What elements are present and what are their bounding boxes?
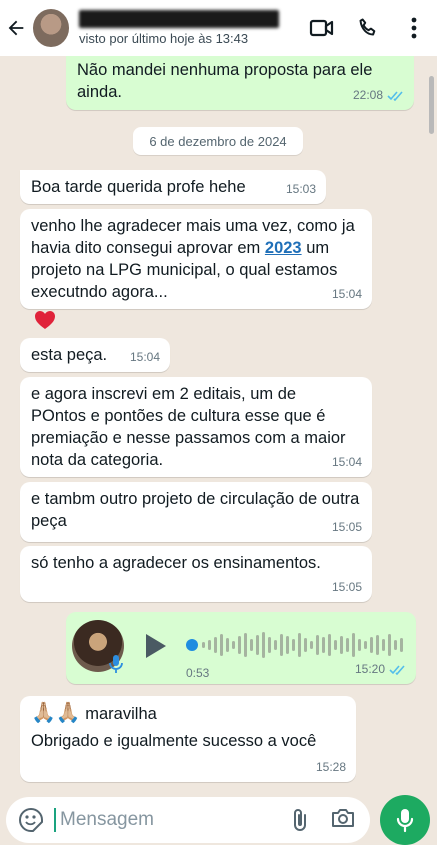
audio-progress-thumb xyxy=(186,639,198,651)
waveform-bar xyxy=(232,641,235,649)
chat-header: visto por último hoje às 13:43 xyxy=(0,0,437,56)
message-text: Boa tarde querida profe hehe xyxy=(31,178,246,196)
message-text: maravilha xyxy=(85,705,157,723)
input-placeholder: Mensagem xyxy=(60,809,154,830)
waveform-bar xyxy=(382,639,385,651)
date-separator: 6 de dezembro de 2024 xyxy=(133,127,303,155)
waveform-bar xyxy=(310,641,313,649)
attach-icon[interactable] xyxy=(290,807,310,833)
mic-icon xyxy=(396,809,414,833)
waveform-bar xyxy=(376,635,379,655)
more-options-button[interactable] xyxy=(401,15,427,41)
waveform-bar xyxy=(334,640,337,650)
back-arrow-icon xyxy=(8,20,24,36)
double-check-icon xyxy=(387,90,403,101)
message-time: 15:05 xyxy=(331,580,362,594)
emoji-text: 🙏🏼🙏🏼 xyxy=(31,702,81,724)
compose-bar: Mensagem xyxy=(0,795,437,845)
waveform-bar xyxy=(262,632,265,658)
waveform-bar xyxy=(316,635,319,655)
waveform-bar xyxy=(304,638,307,652)
outgoing-message[interactable]: Não mandei nenhuma proposta para ele ain… xyxy=(66,56,414,110)
incoming-message[interactable]: Boa tarde querida profe hehe 15:03 xyxy=(20,170,326,204)
message-time: 15:04 xyxy=(331,287,362,301)
waveform-bar xyxy=(226,638,229,652)
message-time: 15:28 xyxy=(315,760,346,774)
heart-icon xyxy=(35,311,55,329)
audio-waveform[interactable] xyxy=(184,630,406,660)
phone-icon xyxy=(359,18,376,36)
incoming-message[interactable]: venho lhe agradecer mais uma vez, como j… xyxy=(20,209,372,309)
waveform-bar xyxy=(268,637,271,653)
message-text: Não mandei nenhuma proposta para ele ain… xyxy=(77,61,373,101)
waveform-bar xyxy=(274,640,277,650)
contact-info[interactable]: visto por último hoje às 13:43 xyxy=(79,10,309,46)
waveform-bar xyxy=(286,636,289,654)
voice-call-button[interactable] xyxy=(355,15,381,41)
waveform-bar xyxy=(364,641,367,649)
camera-icon[interactable] xyxy=(330,807,356,829)
audio-duration: 0:53 xyxy=(186,666,210,680)
waveform-bar xyxy=(202,642,205,648)
message-link[interactable]: 2023 xyxy=(265,239,302,257)
message-text: e agora inscrevi em 2 editais, um de POn… xyxy=(31,385,346,469)
message-time: 15:03 xyxy=(285,182,316,196)
waveform-bar xyxy=(358,639,361,651)
play-button[interactable] xyxy=(146,634,166,658)
waveform-bar xyxy=(400,638,403,652)
last-seen-status: visto por último hoje às 13:43 xyxy=(79,31,249,46)
waveform-bar xyxy=(208,640,211,650)
waveform-bar xyxy=(214,637,217,653)
video-call-button[interactable] xyxy=(309,15,335,41)
sticker-icon[interactable] xyxy=(18,807,44,833)
message-text: Obrigado e igualmente sucesso a você xyxy=(31,732,317,750)
message-time: 15:04 xyxy=(129,350,160,364)
waveform-bar xyxy=(388,634,391,656)
message-text: e tambm outro projeto de circulação de o… xyxy=(31,490,360,530)
message-list[interactable]: Não mandei nenhuma proposta para ele ain… xyxy=(0,56,437,795)
message-time: 22:08 xyxy=(352,88,383,102)
incoming-message[interactable]: 🙏🏼🙏🏼 maravilha Obrigado e igualmente suc… xyxy=(20,696,356,782)
record-voice-button[interactable] xyxy=(380,795,430,845)
waveform-bar xyxy=(256,635,259,655)
outgoing-voice-message[interactable]: 0:53 15:20 xyxy=(66,612,416,684)
incoming-message[interactable]: e tambm outro projeto de circulação de o… xyxy=(20,482,372,542)
waveform-bar xyxy=(238,636,241,654)
video-call-icon xyxy=(309,19,334,37)
incoming-message[interactable]: só tenho a agradecer os ensinamentos. 15… xyxy=(20,546,372,602)
double-check-icon xyxy=(389,664,405,675)
waveform-bar xyxy=(352,633,355,657)
back-button[interactable] xyxy=(0,0,33,56)
waveform-bar xyxy=(322,637,325,653)
waveform-bar xyxy=(292,639,295,651)
message-text: só tenho a agradecer os ensinamentos. xyxy=(31,554,321,572)
waveform-bar xyxy=(298,633,301,657)
message-reaction[interactable] xyxy=(34,310,56,332)
contact-name-redacted xyxy=(79,10,279,28)
waveform-bar xyxy=(370,637,373,653)
waveform-bar xyxy=(244,633,247,657)
waveform-bar xyxy=(250,639,253,651)
message-text: esta peça. xyxy=(31,346,108,364)
contact-avatar[interactable] xyxy=(32,9,69,47)
text-caret xyxy=(54,808,56,832)
message-time: 15:05 xyxy=(331,520,362,534)
waveform-bar xyxy=(346,638,349,652)
message-input[interactable]: Mensagem xyxy=(6,797,370,843)
waveform-bar xyxy=(280,634,283,656)
mic-icon xyxy=(109,655,123,673)
waveform-bar xyxy=(340,636,343,654)
waveform-bar xyxy=(394,640,397,650)
scrollbar[interactable] xyxy=(429,76,434,134)
waveform-bar xyxy=(220,634,223,656)
message-time: 15:20 xyxy=(354,662,385,676)
incoming-message[interactable]: e agora inscrevi em 2 editais, um de POn… xyxy=(20,377,372,477)
waveform-bar xyxy=(328,634,331,656)
more-vert-icon xyxy=(411,17,417,39)
incoming-message[interactable]: esta peça. 15:04 xyxy=(20,338,170,372)
message-time: 15:04 xyxy=(331,455,362,469)
